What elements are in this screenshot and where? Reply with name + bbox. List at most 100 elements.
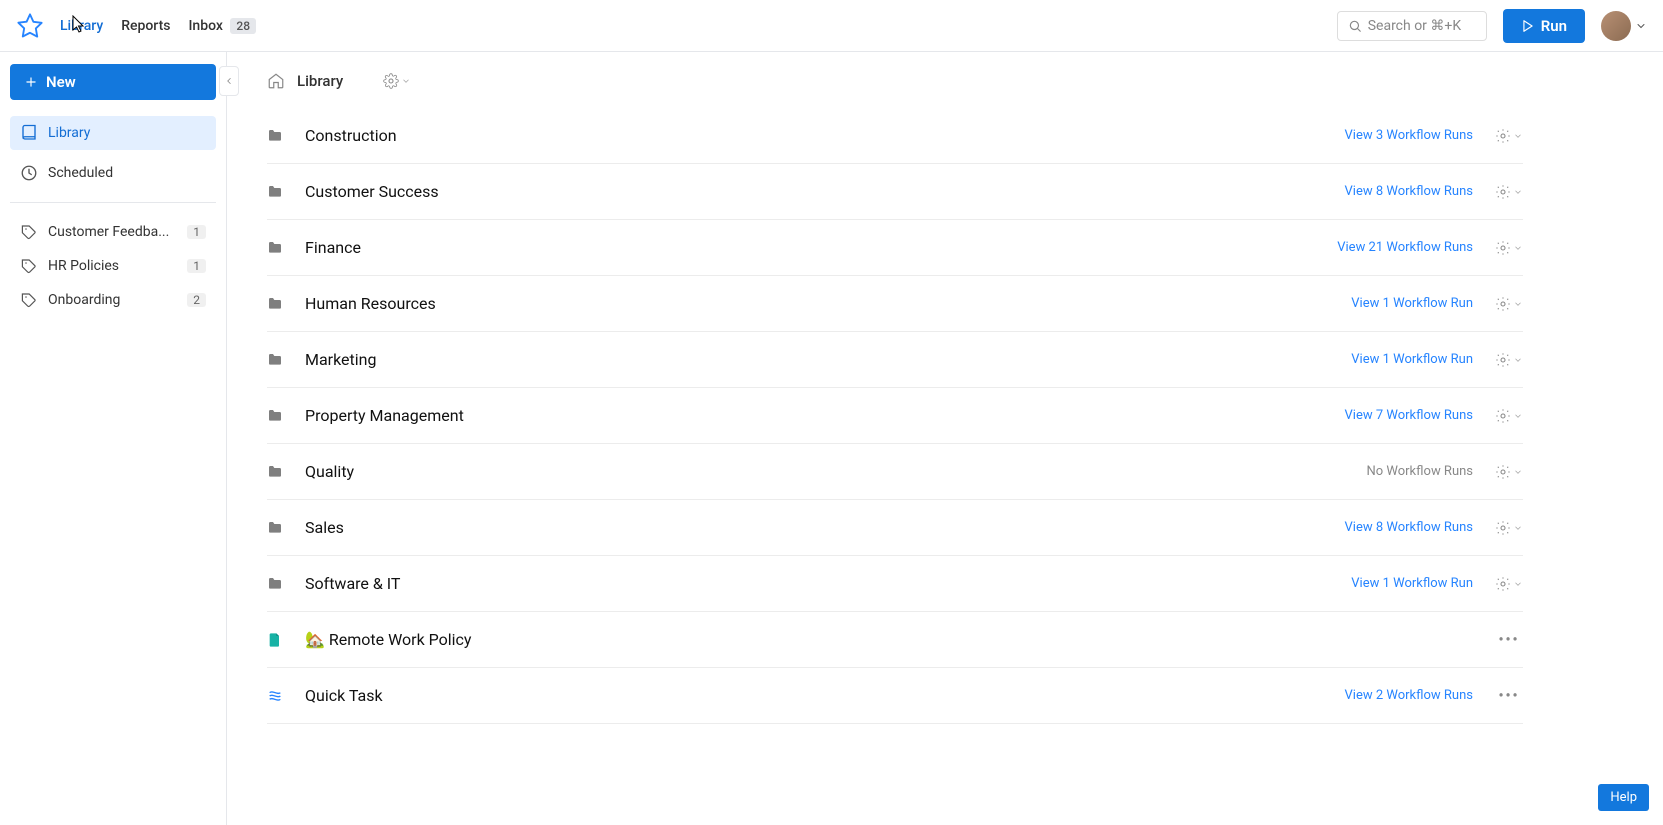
library-row[interactable]: Quick Task View 2 Workflow Runs ••• bbox=[267, 668, 1523, 724]
view-runs-link[interactable]: View 1 Workflow Run bbox=[1351, 352, 1473, 367]
tag-label: HR Policies bbox=[48, 258, 177, 274]
folder-icon bbox=[267, 296, 283, 312]
folder-icon bbox=[267, 464, 283, 480]
tag-count: 2 bbox=[187, 293, 206, 307]
tag-icon bbox=[20, 291, 38, 309]
row-name: Quality bbox=[305, 462, 1344, 481]
tag-count: 1 bbox=[187, 225, 206, 239]
tag-label: Customer Feedba... bbox=[48, 224, 177, 240]
row-name: Customer Success bbox=[305, 182, 1323, 201]
row-settings-button[interactable] bbox=[1495, 296, 1523, 312]
row-name: Finance bbox=[305, 238, 1315, 257]
row-name: Software & IT bbox=[305, 574, 1329, 593]
view-runs-link[interactable]: View 1 Workflow Run bbox=[1351, 296, 1473, 311]
run-button[interactable]: Run bbox=[1503, 9, 1585, 43]
breadcrumb: Library bbox=[267, 72, 1523, 90]
row-settings-button[interactable] bbox=[1495, 576, 1523, 592]
user-menu[interactable] bbox=[1601, 11, 1647, 41]
folder-icon bbox=[267, 408, 283, 424]
folder-icon bbox=[267, 128, 283, 144]
view-runs-link[interactable]: View 21 Workflow Runs bbox=[1337, 240, 1473, 255]
library-row[interactable]: Software & IT View 1 Workflow Run bbox=[267, 556, 1523, 612]
plus-icon bbox=[24, 75, 38, 89]
row-settings-button[interactable] bbox=[1495, 128, 1523, 144]
tag-count: 1 bbox=[187, 259, 206, 273]
more-menu-button[interactable]: ••• bbox=[1495, 688, 1523, 704]
breadcrumb-settings[interactable] bbox=[383, 73, 411, 89]
tag-icon bbox=[20, 257, 38, 275]
folder-icon bbox=[267, 240, 283, 256]
folder-icon bbox=[267, 352, 283, 368]
folder-icon bbox=[267, 520, 283, 536]
help-button[interactable]: Help bbox=[1598, 784, 1649, 811]
row-name: Property Management bbox=[305, 406, 1323, 425]
library-row[interactable]: Quality No Workflow Runs bbox=[267, 444, 1523, 500]
library-row[interactable]: 🏡 Remote Work Policy ••• bbox=[267, 612, 1523, 668]
document-icon bbox=[267, 632, 283, 648]
more-menu-button[interactable]: ••• bbox=[1495, 632, 1523, 648]
row-name: Quick Task bbox=[305, 686, 1323, 705]
library-row[interactable]: Human Resources View 1 Workflow Run bbox=[267, 276, 1523, 332]
view-runs-link[interactable]: View 8 Workflow Runs bbox=[1345, 520, 1473, 535]
divider bbox=[10, 202, 216, 203]
row-settings-button[interactable] bbox=[1495, 408, 1523, 424]
sidebar-item-library[interactable]: Library bbox=[10, 116, 216, 150]
avatar bbox=[1601, 11, 1631, 41]
library-row[interactable]: Sales View 8 Workflow Runs bbox=[267, 500, 1523, 556]
search-input[interactable]: Search or ⌘+K bbox=[1337, 11, 1487, 41]
run-button-label: Run bbox=[1541, 17, 1567, 35]
row-name: Human Resources bbox=[305, 294, 1329, 313]
view-runs-link[interactable]: View 8 Workflow Runs bbox=[1345, 184, 1473, 199]
row-settings-button[interactable] bbox=[1495, 352, 1523, 368]
main-content: Library Construction View 3 Workflow Runs… bbox=[227, 52, 1663, 825]
chevron-down-icon bbox=[1635, 20, 1647, 32]
view-runs-link[interactable]: View 3 Workflow Runs bbox=[1345, 128, 1473, 143]
tag-label: Onboarding bbox=[48, 292, 177, 308]
sidebar-tag-item[interactable]: Customer Feedba... 1 bbox=[10, 215, 216, 249]
nav-inbox-label: Inbox bbox=[188, 18, 222, 34]
sidebar-tag-item[interactable]: HR Policies 1 bbox=[10, 249, 216, 283]
row-name: Construction bbox=[305, 126, 1323, 145]
view-runs-link[interactable]: View 1 Workflow Run bbox=[1351, 576, 1473, 591]
row-settings-button[interactable] bbox=[1495, 464, 1523, 480]
page-title: Library bbox=[297, 72, 343, 90]
nav-library[interactable]: Library bbox=[60, 18, 103, 34]
sidebar-tag-item[interactable]: Onboarding 2 bbox=[10, 283, 216, 317]
sidebar-item-label: Scheduled bbox=[48, 165, 113, 181]
view-runs-link[interactable]: View 7 Workflow Runs bbox=[1345, 408, 1473, 423]
logo-star-icon[interactable] bbox=[16, 12, 44, 40]
tag-icon bbox=[20, 223, 38, 241]
row-name: 🏡 Remote Work Policy bbox=[305, 630, 1473, 649]
library-row[interactable]: Marketing View 1 Workflow Run bbox=[267, 332, 1523, 388]
home-icon[interactable] bbox=[267, 72, 285, 90]
view-runs-link: No Workflow Runs bbox=[1366, 464, 1473, 479]
row-settings-button[interactable] bbox=[1495, 184, 1523, 200]
row-settings-button[interactable] bbox=[1495, 240, 1523, 256]
library-row[interactable]: Construction View 3 Workflow Runs bbox=[267, 108, 1523, 164]
row-name: Marketing bbox=[305, 350, 1329, 369]
library-row[interactable]: Customer Success View 8 Workflow Runs bbox=[267, 164, 1523, 220]
sidebar-collapse-button[interactable] bbox=[219, 66, 239, 96]
sidebar: New Library Scheduled Customer Feedba...… bbox=[0, 52, 227, 825]
search-placeholder: Search or ⌘+K bbox=[1368, 18, 1461, 34]
sidebar-item-scheduled[interactable]: Scheduled bbox=[10, 156, 216, 190]
play-icon bbox=[1521, 19, 1535, 33]
library-row[interactable]: Finance View 21 Workflow Runs bbox=[267, 220, 1523, 276]
library-row[interactable]: Property Management View 7 Workflow Runs bbox=[267, 388, 1523, 444]
row-settings-button[interactable] bbox=[1495, 520, 1523, 536]
folder-icon bbox=[267, 184, 283, 200]
clock-icon bbox=[20, 164, 38, 182]
folder-icon bbox=[267, 576, 283, 592]
workflow-icon bbox=[267, 688, 283, 704]
inbox-count-badge: 28 bbox=[230, 18, 256, 34]
row-name: Sales bbox=[305, 518, 1323, 537]
top-header: Library Reports Inbox 28 Search or ⌘+K R… bbox=[0, 0, 1663, 52]
new-button-label: New bbox=[46, 73, 76, 91]
view-runs-link[interactable]: View 2 Workflow Runs bbox=[1345, 688, 1473, 703]
sidebar-item-label: Library bbox=[48, 125, 90, 141]
nav-inbox[interactable]: Inbox 28 bbox=[188, 18, 256, 34]
book-icon bbox=[20, 124, 38, 142]
nav-reports[interactable]: Reports bbox=[121, 18, 170, 34]
new-button[interactable]: New bbox=[10, 64, 216, 100]
search-icon bbox=[1348, 19, 1362, 33]
